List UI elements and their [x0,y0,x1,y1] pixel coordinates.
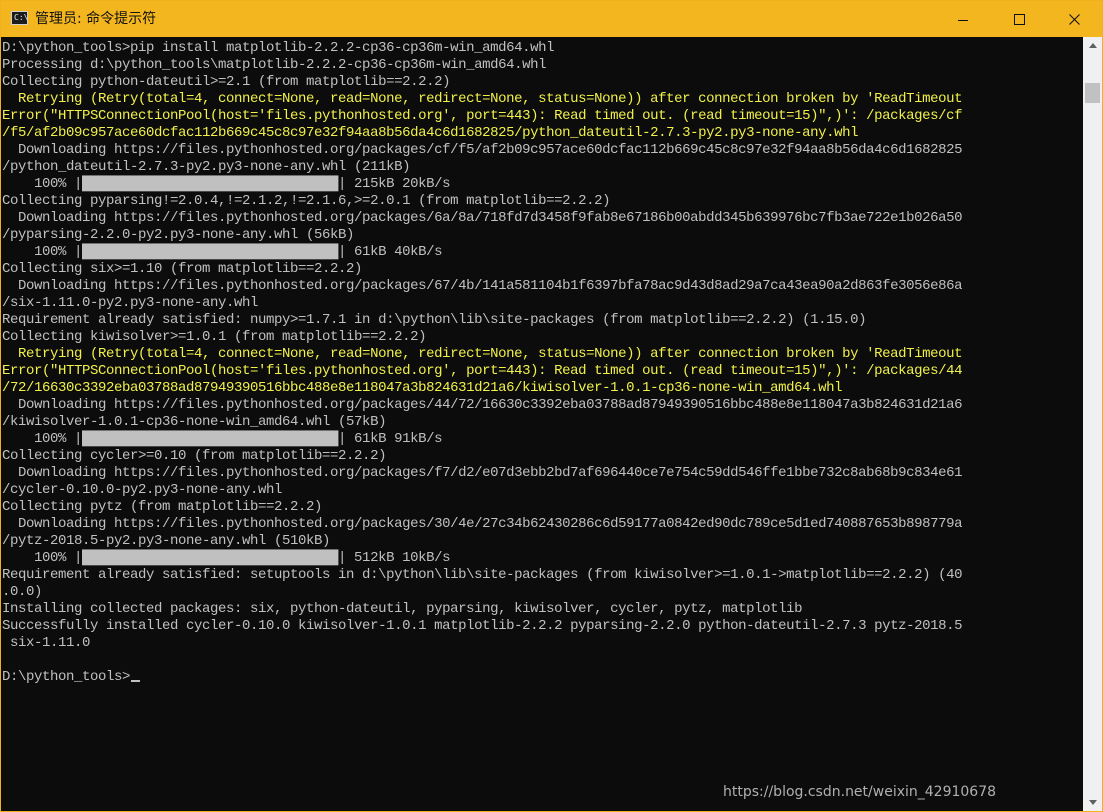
close-icon [1068,13,1080,25]
console-line: six-1.11.0 [2,635,962,652]
console-line-text: Collecting cycler>=0.10 (from matplotlib… [2,448,387,464]
maximize-icon [1013,13,1025,25]
vertical-scrollbar[interactable] [1083,37,1102,811]
console-line: Installing collected packages: six, pyth… [2,601,962,618]
console-line-text: D:\python_tools>pip install matplotlib-2… [2,40,555,56]
console-line: 100% |████████████████████████████████| … [2,176,962,193]
console-line-text: Downloading https://files.pythonhosted.o… [2,516,963,532]
console-line-text: Retrying (Retry(total=4, connect=None, r… [2,91,963,107]
console-line: Downloading https://files.pythonhosted.o… [2,210,963,227]
console-line-text: .0.0) [2,584,43,600]
console-line-text: /cycler-0.10.0-py2.py3-none-any.whl [2,482,283,498]
console-line: .0.0) [2,584,962,601]
console-app-icon-glyph: C:\ [14,13,29,22]
console-line: /python_dateutil-2.7.3-py2.py3-none-any.… [2,159,962,176]
scroll-thumb[interactable] [1085,83,1100,103]
console-line-text: Error("HTTPSConnectionPool(host='files.p… [2,363,963,379]
console-line: Downloading https://files.pythonhosted.o… [2,397,963,414]
console-line-text: Processing d:\python_tools\matplotlib-2.… [2,57,547,73]
console-line-text: 100% |████████████████████████████████| … [2,176,451,192]
console-line: /cycler-0.10.0-py2.py3-none-any.whl [2,482,962,499]
console-line-text: 100% |████████████████████████████████| … [2,244,443,260]
console-line-text: Installing collected packages: six, pyth… [2,601,803,617]
console-line-text: Downloading https://files.pythonhosted.o… [2,142,963,158]
console-line-text: Collecting six>=1.10 (from matplotlib==2… [2,261,363,277]
console-line: Collecting cycler>=0.10 (from matplotlib… [2,448,962,465]
console-line-text: Downloading https://files.pythonhosted.o… [2,278,963,294]
console-line: 100% |████████████████████████████████| … [2,244,962,261]
console-line: Downloading https://files.pythonhosted.o… [2,278,963,295]
console-line-text: Requirement already satisfied: setuptool… [2,567,963,583]
scroll-up-button[interactable] [1083,37,1102,54]
console-line: /f5/af2b09c957ace60dcfac112b669c45c8c97e… [2,125,962,142]
console-line-text: Downloading https://files.pythonhosted.o… [2,397,963,413]
console-line: /six-1.11.0-py2.py3-none-any.whl [2,295,962,312]
console-line-text: 100% |████████████████████████████████| … [2,550,451,566]
console-line-text: Collecting pytz (from matplotlib==2.2.2) [2,499,323,515]
console-line-text: Collecting pyparsing!=2.0.4,!=2.1.2,!=2.… [2,193,611,209]
watermark-url: https://blog.csdn.net/weixin_42910678 [723,784,997,800]
console-line-text: six-1.11.0 [2,635,91,651]
console-line: Collecting pytz (from matplotlib==2.2.2) [2,499,962,516]
console-line: Collecting kiwisolver>=1.0.1 (from matpl… [2,329,962,346]
console-line-text: /kiwisolver-1.0.1-cp36-none-win_amd64.wh… [2,414,387,430]
close-button[interactable] [1046,1,1102,37]
console-line: D:\python_tools>pip install matplotlib-2… [2,40,962,57]
console-line-text: /pyparsing-2.2.0-py2.py3-none-any.whl (5… [2,227,355,243]
console-line: Downloading https://files.pythonhosted.o… [2,516,963,533]
console-line: Requirement already satisfied: setuptool… [2,567,963,584]
console-line: Downloading https://files.pythonhosted.o… [2,142,963,159]
console-line: 100% |████████████████████████████████| … [2,550,962,567]
console-line-text: Requirement already satisfied: numpy>=1.… [2,312,867,328]
console-line: /72/16630c3392eba03788ad87949390516bbc48… [2,380,962,397]
console-line-text: /f5/af2b09c957ace60dcfac112b669c45c8c97e… [2,125,859,141]
console-output-area[interactable]: D:\python_tools>pip install matplotlib-2… [1,37,1083,811]
text-cursor [131,680,141,682]
console-line: Requirement already satisfied: numpy>=1.… [2,312,962,329]
scroll-down-arrow-icon [1088,800,1097,805]
minimize-button[interactable] [935,1,991,37]
console-line-text: /pytz-2018.5-py2.py3-none-any.whl (510kB… [2,533,331,549]
console-line: Error("HTTPSConnectionPool(host='files.p… [2,108,963,125]
console-line-text: Downloading https://files.pythonhosted.o… [2,210,963,226]
console-line-text: Collecting python-dateutil>=2.1 (from ma… [2,74,451,90]
console-line-text: D:\python_tools> [2,669,131,685]
console-line: Successfully installed cycler-0.10.0 kiw… [2,618,963,635]
console-line: Collecting python-dateutil>=2.1 (from ma… [2,74,962,91]
console-line: /pyparsing-2.2.0-py2.py3-none-any.whl (5… [2,227,962,244]
console-lines: D:\python_tools>pip install matplotlib-2… [2,40,963,686]
console-line-text: 100% |████████████████████████████████| … [2,431,443,447]
console-line: Processing d:\python_tools\matplotlib-2.… [2,57,962,74]
console-line-text: Collecting kiwisolver>=1.0.1 (from matpl… [2,329,427,345]
console-line-text: Retrying (Retry(total=4, connect=None, r… [2,346,963,362]
window-title: 管理员: 命令提示符 [35,11,157,27]
console-app-icon[interactable]: C:\ [11,11,28,25]
console-line-text: /python_dateutil-2.7.3-py2.py3-none-any.… [2,159,411,175]
scroll-down-button[interactable] [1083,794,1102,811]
console-line: Collecting six>=1.10 (from matplotlib==2… [2,261,962,278]
command-prompt-window: C:\ 管理员: 命令提示符 D:\python_tools>pip insta… [0,0,1103,812]
console-line: /pytz-2018.5-py2.py3-none-any.whl (510kB… [2,533,962,550]
maximize-button[interactable] [991,1,1047,37]
console-line-text: Error("HTTPSConnectionPool(host='files.p… [2,108,963,124]
console-line: /kiwisolver-1.0.1-cp36-none-win_amd64.wh… [2,414,962,431]
console-line: Error("HTTPSConnectionPool(host='files.p… [2,363,963,380]
prompt-line: D:\python_tools> [2,669,962,686]
console-line-text: Successfully installed cycler-0.10.0 kiw… [2,618,963,634]
console-line: Retrying (Retry(total=4, connect=None, r… [2,91,963,108]
console-line: Retrying (Retry(total=4, connect=None, r… [2,346,963,363]
minimize-icon [958,19,968,21]
console-line: 100% |████████████████████████████████| … [2,431,962,448]
console-line-text: Downloading https://files.pythonhosted.o… [2,465,963,481]
console-line-text: /six-1.11.0-py2.py3-none-any.whl [2,295,259,311]
title-bar[interactable]: C:\ 管理员: 命令提示符 [1,1,1102,37]
console-line-text: /72/16630c3392eba03788ad87949390516bbc48… [2,380,843,396]
console-line: Collecting pyparsing!=2.0.4,!=2.1.2,!=2.… [2,193,962,210]
scroll-up-arrow-icon [1088,43,1097,48]
console-line: Downloading https://files.pythonhosted.o… [2,465,963,482]
